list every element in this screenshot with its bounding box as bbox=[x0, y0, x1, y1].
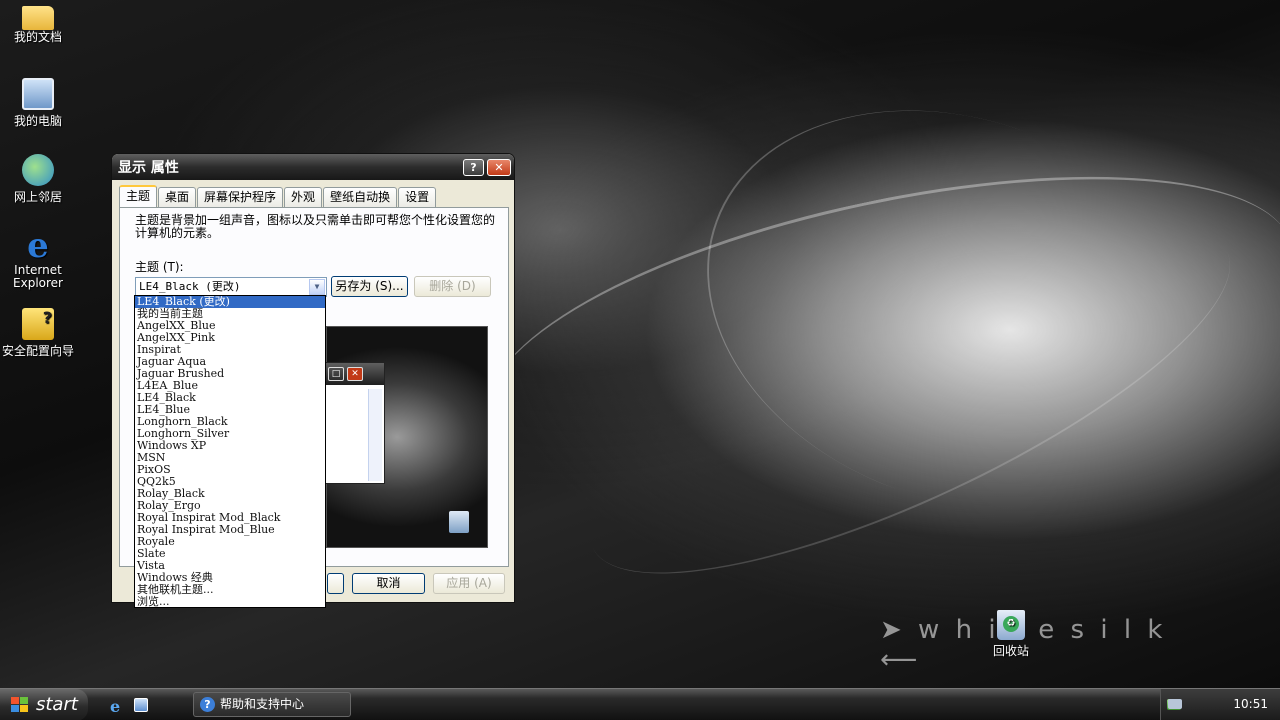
internet-explorer-icon: e bbox=[27, 226, 49, 266]
dropdown-item[interactable]: 浏览... bbox=[135, 596, 325, 608]
desktop-icon-recycle-bin[interactable]: ♻ 回收站 bbox=[978, 610, 1044, 659]
desktop-icon-security-wizard[interactable]: ? 安全配置向导 bbox=[0, 308, 78, 359]
taskbar-item-label: 帮助和支持中心 bbox=[220, 697, 305, 711]
clock[interactable]: 10:51 bbox=[1233, 697, 1268, 711]
taskbar: start e ? 帮助和支持中心 10:51 bbox=[0, 688, 1280, 720]
desktop-icon-my-documents[interactable]: 我的文档 bbox=[0, 2, 76, 45]
save-as-button[interactable]: 另存为 (S)... bbox=[331, 276, 408, 297]
desktop-icon-network[interactable]: 网上邻居 bbox=[0, 154, 76, 205]
network-icon bbox=[22, 154, 54, 186]
help-icon: ? bbox=[200, 697, 215, 712]
tab-strip: 主题 桌面 屏幕保护程序 外观 壁纸自动换 设置 bbox=[119, 185, 437, 207]
window-titlebar[interactable]: 显示 属性 ? ✕ bbox=[112, 154, 514, 180]
cancel-button[interactable]: 取消 bbox=[352, 573, 425, 594]
tab-settings[interactable]: 设置 bbox=[398, 187, 437, 207]
tab-wallpaper-changer[interactable]: 壁纸自动换 bbox=[323, 187, 398, 207]
start-label: start bbox=[36, 694, 78, 715]
tab-themes[interactable]: 主题 bbox=[119, 185, 158, 207]
desktop-icon-ie[interactable]: e Internet Explorer bbox=[0, 226, 76, 290]
apply-button[interactable]: 应用 (A) bbox=[433, 573, 505, 594]
wizard-icon: ? bbox=[22, 308, 54, 340]
theme-description: 主题是背景加一组声音，图标以及只需单击即可帮您个性化设置您的计算机的元素。 bbox=[135, 213, 496, 240]
recycle-bin-icon: ♻ bbox=[997, 610, 1025, 640]
theme-combobox[interactable]: LE4_Black (更改) ▼ bbox=[135, 277, 327, 297]
keyboard-icon[interactable] bbox=[1168, 699, 1182, 709]
desktop-icon-label: 安全配置向导 bbox=[1, 344, 74, 358]
preview-sample-window: □ ✕ bbox=[325, 362, 385, 484]
theme-combobox-value: LE4_Black (更改) bbox=[139, 280, 241, 293]
close-icon: ✕ bbox=[347, 367, 363, 381]
recycle-bin-preview-icon bbox=[449, 511, 469, 533]
theme-label: 主题 (T): bbox=[135, 260, 184, 274]
desktop-icon-label: 我的电脑 bbox=[13, 114, 62, 128]
ok-button-partial[interactable] bbox=[327, 573, 344, 594]
taskbar-item-help-center[interactable]: ? 帮助和支持中心 bbox=[193, 692, 351, 717]
tab-appearance[interactable]: 外观 bbox=[284, 187, 323, 207]
folder-icon bbox=[22, 6, 54, 30]
chevron-down-icon[interactable]: ▼ bbox=[309, 279, 325, 295]
desktop-icon-my-computer[interactable]: 我的电脑 bbox=[0, 78, 76, 129]
quicklaunch-ie-icon[interactable]: e bbox=[110, 697, 120, 716]
desktop-icon-label: 网上邻居 bbox=[13, 190, 62, 204]
tab-screensaver[interactable]: 屏幕保护程序 bbox=[197, 187, 284, 207]
tab-desktop[interactable]: 桌面 bbox=[158, 187, 197, 207]
windows-logo-icon bbox=[11, 697, 29, 713]
desktop-icon-label: 我的文档 bbox=[13, 30, 62, 44]
delete-button[interactable]: 删除 (D) bbox=[414, 276, 491, 297]
start-button[interactable]: start bbox=[0, 689, 88, 720]
maximize-icon: □ bbox=[328, 367, 344, 381]
computer-icon bbox=[22, 78, 54, 110]
desktop-icon-label: Internet Explorer bbox=[13, 263, 63, 290]
help-button[interactable]: ? bbox=[463, 158, 484, 176]
desktop-icon-label: 回收站 bbox=[992, 644, 1029, 658]
theme-dropdown-list[interactable]: LE4_Black (更改) 我的当前主题 AngelXX_Blue Angel… bbox=[134, 295, 326, 608]
window-title: 显示 属性 bbox=[118, 160, 179, 176]
show-desktop-icon[interactable] bbox=[134, 698, 148, 712]
preview-sample-titlebar: □ ✕ bbox=[326, 363, 384, 385]
close-button[interactable]: ✕ bbox=[487, 158, 511, 176]
preview-scrollbar bbox=[368, 389, 382, 481]
